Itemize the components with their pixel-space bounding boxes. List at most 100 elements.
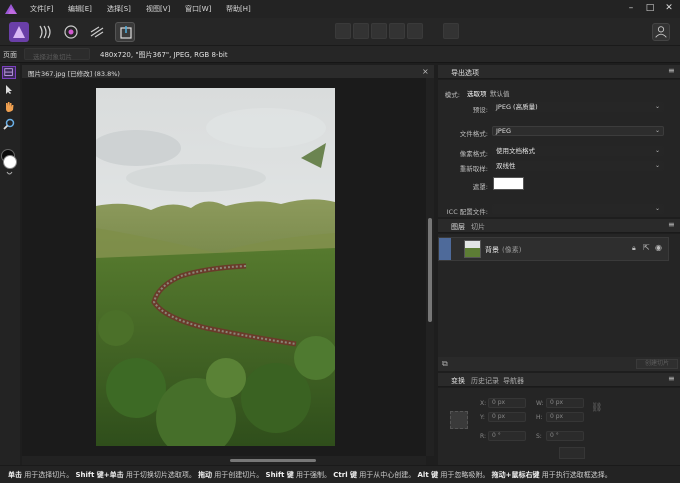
icc-profile-label: ICC 配置文件: — [446, 208, 488, 216]
transform-panel: X: 0 px W: 0 px Y: 0 px H: 0 px ⛓ R: 0 °… — [438, 388, 680, 465]
context-toolbar: 页面 选择对象切片 480x720, "图片367", JPEG, RGB 8-… — [0, 46, 680, 63]
menu-edit[interactable]: 编辑[E] — [68, 4, 92, 14]
chevron-down-icon: ⌄ — [654, 103, 660, 110]
layer-selected-marker — [439, 238, 451, 260]
preset-dropdown[interactable]: JPEG (高质量) ⌄ — [492, 102, 664, 112]
link-icon[interactable]: ⛓ — [591, 403, 602, 413]
tone-mapping-persona-icon[interactable] — [87, 22, 107, 42]
anchor-point-selector[interactable] — [450, 411, 468, 429]
menu-window[interactable]: 窗口[W] — [185, 4, 211, 14]
tab-layers[interactable]: 图层 — [451, 222, 465, 232]
file-format-dropdown[interactable]: JPEG ⌄ — [492, 126, 664, 136]
export-options-panel: 模式: 选取项 默认值 预设: JPEG (高质量) ⌄ 文件格式: JPEG ⌄ … — [438, 80, 680, 217]
status-text: 用于执行选取框选择。 — [539, 471, 612, 479]
status-text: 用于创建切片。 — [212, 471, 264, 479]
user-account-icon[interactable] — [652, 23, 670, 41]
panel-menu-icon[interactable]: ≡ — [668, 220, 675, 229]
status-key: Alt 键 — [417, 471, 439, 479]
matte-label: 遮罩: — [472, 183, 488, 191]
tab-transform[interactable]: 变换 — [451, 376, 465, 386]
horizontal-scroll-thumb[interactable] — [230, 459, 316, 462]
hand-tool-icon[interactable] — [3, 101, 15, 113]
move-tool-icon[interactable] — [4, 84, 14, 95]
y-label: Y: — [480, 414, 485, 421]
panel-menu-icon[interactable]: ≡ — [668, 374, 675, 383]
copy-icon[interactable]: ⧉ — [442, 359, 448, 369]
status-key: Shift 键+单击 — [75, 471, 124, 479]
w-label: W: — [536, 400, 544, 407]
document-close-icon[interactable]: × — [422, 67, 429, 76]
tab-navigator[interactable]: 导航器 — [503, 376, 524, 386]
affinity-photo-logo-icon[interactable] — [4, 3, 18, 15]
chevron-down-icon: ⌄ — [654, 127, 660, 134]
mode-label: 模式: — [444, 91, 460, 99]
page-label: 页面 — [3, 51, 17, 59]
select-object-slice-button[interactable]: 选择对象切片 — [24, 48, 90, 61]
tab-slices[interactable]: 切片 — [471, 222, 485, 232]
menu-view[interactable]: 视图[V] — [146, 4, 170, 14]
rotation-label: R: — [480, 433, 487, 440]
status-key: Shift 键 — [265, 471, 294, 479]
shear-field[interactable]: 0 ° — [546, 431, 584, 441]
chevron-down-icon: ⌄ — [654, 162, 660, 169]
icc-profile-dropdown[interactable]: ⌄ — [492, 204, 664, 214]
shear-label: S: — [536, 433, 542, 440]
status-text: 用于强制。 — [293, 471, 332, 479]
mode-default-option[interactable]: 默认值 — [490, 88, 510, 98]
export-options-header: 导出选项 ≡ — [438, 65, 680, 79]
maximize-icon[interactable]: □ — [643, 2, 657, 14]
x-field[interactable]: 0 px — [488, 398, 526, 408]
layer-type: (像素) — [502, 246, 522, 254]
menu-bar: 文件[F] 编辑[E] 选择[S] 视图[V] 窗口[W] 帮助[H] – □ … — [0, 0, 680, 18]
transform-options-button[interactable] — [559, 447, 585, 459]
status-key: 单击 — [8, 471, 22, 479]
export-layer-icon[interactable]: ⇱ — [643, 243, 650, 252]
toolbar-button-3[interactable] — [371, 23, 387, 39]
canvas-photo[interactable] — [96, 88, 335, 446]
vertical-scroll-thumb[interactable] — [428, 218, 432, 322]
chevron-down-icon: ⌄ — [654, 205, 660, 212]
visibility-eye-icon[interactable]: ◉ — [655, 243, 662, 252]
tab-history[interactable]: 历史记录 — [471, 376, 499, 386]
menu-help[interactable]: 帮助[H] — [226, 4, 251, 14]
layer-row[interactable]: 背景 (像素) 🔒︎ ⇱ ◉ — [438, 237, 669, 261]
zoom-tool-icon[interactable] — [3, 118, 15, 130]
menu-file[interactable]: 文件[F] — [30, 4, 54, 14]
toolbar-button-2[interactable] — [353, 23, 369, 39]
swap-colors-icon[interactable] — [6, 171, 13, 176]
export-options-title[interactable]: 导出选项 — [451, 68, 479, 78]
resample-dropdown[interactable]: 双线性 ⌄ — [492, 161, 664, 171]
status-key: 拖动+鼠标右键 — [491, 471, 540, 479]
w-field[interactable]: 0 px — [546, 398, 584, 408]
slice-tool-icon[interactable] — [2, 66, 16, 79]
create-slice-button[interactable]: 创建切片 — [636, 359, 678, 369]
matte-color-swatch[interactable] — [493, 177, 524, 190]
photo-persona-icon[interactable] — [9, 22, 29, 42]
rotation-field[interactable]: 0 ° — [488, 431, 526, 441]
export-persona-icon[interactable] — [115, 22, 135, 42]
h-field[interactable]: 0 px — [546, 412, 584, 422]
close-icon[interactable]: ✕ — [662, 2, 676, 14]
horizontal-scrollbar[interactable] — [22, 456, 426, 465]
toolbar-button-5[interactable] — [407, 23, 423, 39]
minimize-icon[interactable]: – — [624, 2, 638, 14]
toolbar-button-4[interactable] — [389, 23, 405, 39]
lock-icon[interactable]: 🔒︎ — [632, 244, 636, 253]
primary-color-swatch[interactable] — [3, 155, 17, 169]
mode-selection-option[interactable]: 选取项 — [467, 88, 487, 98]
chevron-down-icon: ⌄ — [654, 147, 660, 154]
develop-persona-icon[interactable] — [61, 22, 81, 42]
layers-panel-footer: ⧉ 创建切片 — [438, 357, 680, 371]
menu-select[interactable]: 选择[S] — [107, 4, 131, 14]
y-field[interactable]: 0 px — [488, 412, 526, 422]
liquify-persona-icon[interactable] — [35, 22, 55, 42]
pixel-format-dropdown[interactable]: 使用文档格式 ⌄ — [492, 146, 664, 156]
h-label: H: — [536, 414, 543, 421]
document-tab[interactable]: 图片367.jpg [已修改] (83.8%) × — [22, 65, 434, 78]
vertical-scrollbar[interactable] — [426, 78, 434, 456]
panel-menu-icon[interactable]: ≡ — [668, 66, 675, 75]
toolbar-button-1[interactable] — [335, 23, 351, 39]
toolbar-button-6[interactable] — [443, 23, 459, 39]
status-key: 拖动 — [198, 471, 213, 479]
status-text: 用于忽略吸附。 — [438, 471, 490, 479]
